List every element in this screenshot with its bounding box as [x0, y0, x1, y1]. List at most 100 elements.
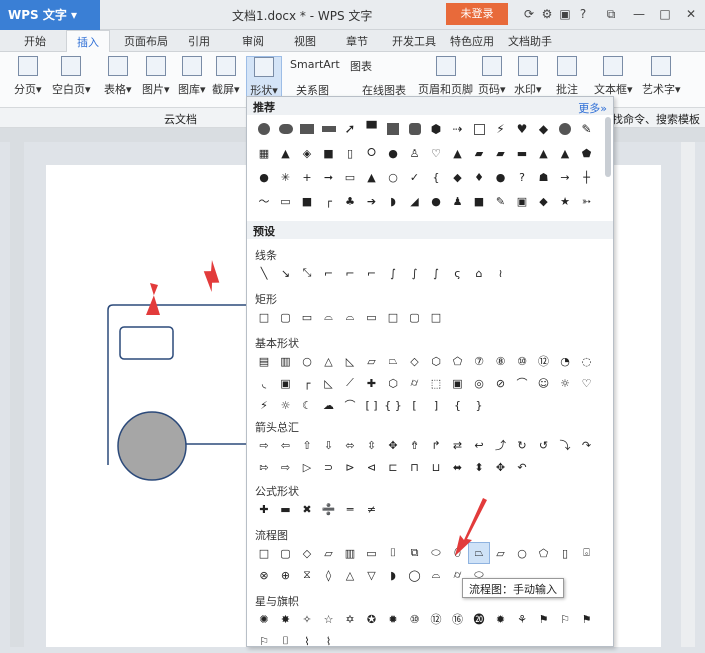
shape-item[interactable]: ⊳ [340, 457, 360, 477]
shape-item[interactable]: ✚ [362, 373, 382, 393]
textbox-button[interactable]: 文本框▾ [594, 56, 633, 97]
sync-icon[interactable]: ⟳ [520, 5, 538, 23]
shape-item[interactable]: ╲ [254, 263, 274, 283]
cloud-doc-tab[interactable]: 云文档 [164, 111, 197, 127]
shape-item[interactable]: ▣ [448, 373, 468, 393]
shape-item[interactable]: { } [383, 395, 403, 415]
shape-item[interactable]: ◺ [340, 351, 360, 371]
gallery-button[interactable]: 图库▾ [178, 56, 206, 97]
page-break-button[interactable]: 分页▾ [14, 56, 42, 97]
shape-item[interactable] [383, 119, 403, 139]
shape-item[interactable]: ⤵ [555, 435, 575, 455]
shape-item[interactable]: ▲ [448, 143, 468, 163]
shape-item[interactable]: ✚ [254, 499, 274, 519]
shape-item[interactable] [555, 119, 575, 139]
shape-item[interactable]: ✹ [491, 609, 511, 629]
shape-item[interactable]: ⬡ [383, 373, 403, 393]
shape-item[interactable]: ⚡ [254, 395, 274, 415]
tab-features[interactable]: 特色应用 [450, 33, 494, 49]
shape-item[interactable]: ↷ [577, 435, 597, 455]
shape-item[interactable]: ▰ [491, 143, 511, 163]
shape-item[interactable] [297, 119, 317, 139]
shape-item[interactable]: ◗ [383, 565, 403, 585]
shape-item[interactable]: ⚑ [577, 609, 597, 629]
shape-item[interactable] [469, 119, 489, 139]
shape-item[interactable]: ⑯ [448, 609, 468, 629]
shape-item[interactable]: ⊔ [426, 457, 446, 477]
shape-item[interactable]: ▢ [405, 307, 425, 327]
shape-item[interactable]: [ ] [362, 395, 382, 415]
shape-item[interactable]: ▲ [276, 143, 296, 163]
shape-item[interactable]: ◇ [297, 543, 317, 563]
shape-item[interactable]: ◆ [534, 191, 554, 211]
shape-item[interactable]: ▯ [555, 543, 575, 563]
header-footer-button[interactable]: 页眉和页脚 [418, 56, 473, 97]
shape-item[interactable]: ○ [512, 543, 532, 563]
shape-item[interactable]: ≀ [491, 263, 511, 283]
shape-item[interactable]: ✓ [405, 167, 425, 187]
shape-item[interactable]: ⚑ [534, 609, 554, 629]
shape-item[interactable]: ↺ [534, 435, 554, 455]
shape-item[interactable]: ■ [319, 143, 339, 163]
shape-item[interactable]: ⬠ [534, 543, 554, 563]
settings-icon[interactable]: ⚙ [538, 5, 556, 23]
shape-item[interactable]: ⑫ [426, 609, 446, 629]
shape-item[interactable]: ♦ [469, 167, 489, 187]
shape-item[interactable]: ★ [555, 191, 575, 211]
shape-item[interactable]: ⊲ [362, 457, 382, 477]
shape-item[interactable]: ⇨ [276, 457, 296, 477]
shape-item[interactable]: ☁ [319, 395, 339, 415]
shape-item[interactable]: ⊕ [276, 565, 296, 585]
tab-references[interactable]: 引用 [188, 33, 210, 49]
shape-item[interactable]: ⌓ [340, 307, 360, 327]
shape-item[interactable]: ∫ [383, 263, 403, 283]
shape-item[interactable]: ▬ [276, 499, 296, 519]
shape-item[interactable]: [ [405, 395, 425, 415]
shape-item[interactable]: ♡ [426, 143, 446, 163]
shape-item[interactable]: ♡ [577, 373, 597, 393]
shape-item[interactable]: → [555, 167, 575, 187]
shape-item[interactable]: ↶ [512, 457, 532, 477]
shape-item[interactable]: ⧉ [405, 543, 425, 563]
maximize-icon[interactable]: □ [656, 5, 674, 23]
shape-item[interactable]: ▢ [276, 307, 296, 327]
shape-item[interactable]: ▽ [362, 565, 382, 585]
shape-item[interactable]: ⌂ [469, 263, 489, 283]
shape-item[interactable]: ⬟ [577, 143, 597, 163]
shape-item[interactable]: ▱ [362, 351, 382, 371]
shape-item[interactable]: ↱ [426, 435, 446, 455]
shape-item[interactable]: ┼ [577, 167, 597, 187]
shape-item[interactable]: ⇰ [254, 457, 274, 477]
shape-item[interactable]: ○ [383, 167, 403, 187]
shape-item[interactable]: □ [254, 307, 274, 327]
shape-item[interactable]: ⑩ [405, 609, 425, 629]
shape-item[interactable]: ● [491, 167, 511, 187]
tab-section[interactable]: 章节 [346, 33, 368, 49]
shape-item[interactable]: 〜 [254, 191, 274, 211]
shape-item[interactable]: ◗ [383, 191, 403, 211]
shape-item[interactable]: ⊗ [254, 565, 274, 585]
shape-item[interactable]: ⇮ [405, 435, 425, 455]
page-number-button[interactable]: 页码▾ [478, 56, 506, 97]
shape-item[interactable] [254, 119, 274, 139]
shape-item[interactable]: ✳ [276, 167, 296, 187]
help-icon[interactable]: ? [574, 5, 592, 23]
chart-button[interactable]: 图表 [350, 58, 372, 74]
more-link[interactable]: 更多» [578, 100, 607, 116]
shape-item[interactable]: ⌇ [297, 631, 317, 651]
shape-item[interactable]: ∫ [426, 263, 446, 283]
restore-icon[interactable]: ⧉ [602, 5, 620, 23]
shape-item[interactable]: ⚐ [254, 631, 274, 651]
shape-item[interactable]: ▢ [276, 543, 296, 563]
shape-item[interactable]: ➗ [319, 499, 339, 519]
shape-item[interactable]: ♙ [405, 143, 425, 163]
shape-item[interactable]: ● [383, 143, 403, 163]
shape-item[interactable]: ⌒ [512, 373, 532, 393]
shape-item[interactable]: ⬠ [448, 351, 468, 371]
shape-item[interactable]: ☼ [276, 395, 296, 415]
shape-item[interactable]: ⌷ [383, 543, 403, 563]
shape-item[interactable]: ▷ [297, 457, 317, 477]
vertical-scrollbar[interactable] [681, 142, 695, 647]
shape-item[interactable] [319, 119, 339, 139]
shape-item[interactable]: ⇧ [297, 435, 317, 455]
